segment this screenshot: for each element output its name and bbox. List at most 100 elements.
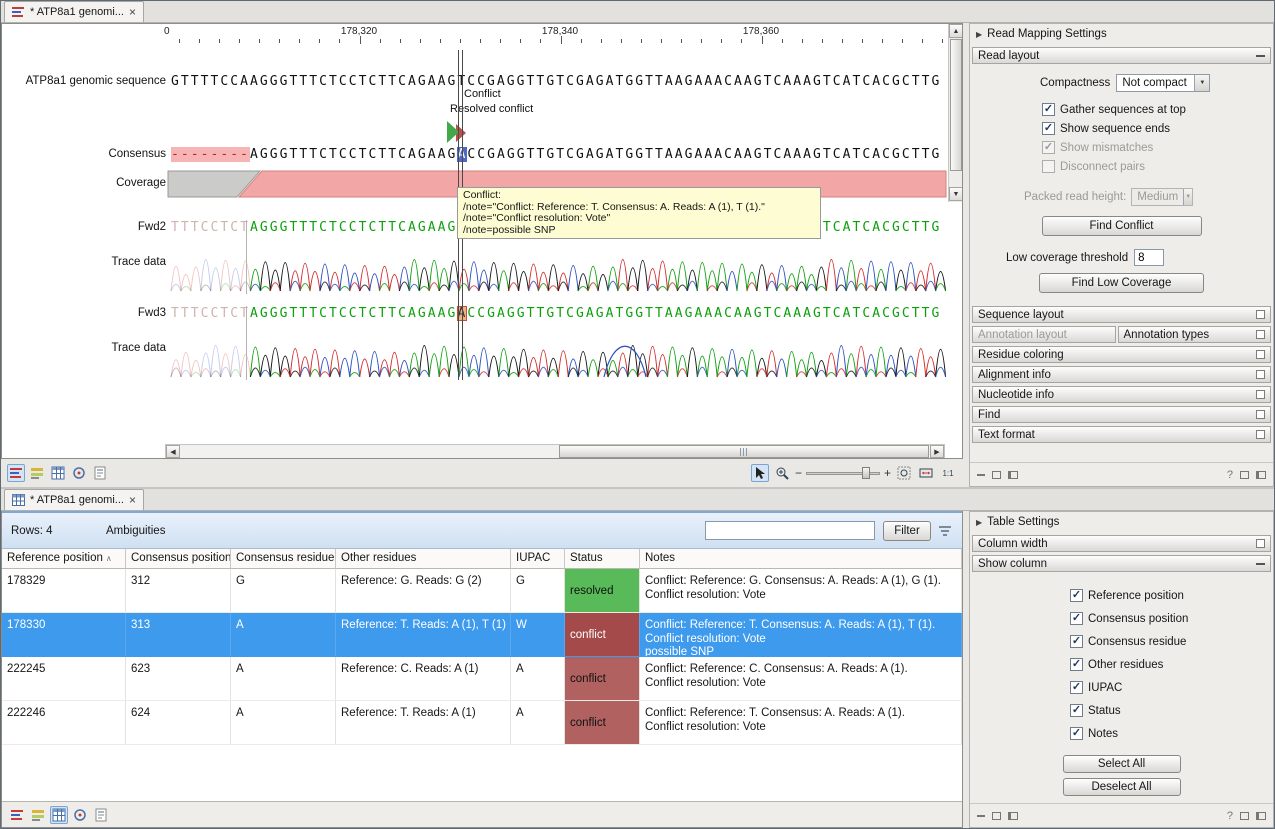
section-text-format[interactable]: Text format <box>972 426 1271 443</box>
graphical-view-button[interactable] <box>7 464 25 482</box>
checkbox-reference-position[interactable]: ✓ Reference position <box>1070 584 1273 607</box>
packed-view-button[interactable] <box>28 464 46 482</box>
table-row[interactable]: 222245 623 A Reference: C. Reads: A (1) … <box>2 657 962 701</box>
horizontal-scrollbar[interactable]: ◀ ▶ <box>165 444 945 459</box>
table-view-button[interactable] <box>49 464 67 482</box>
float-panel-icon[interactable] <box>992 471 1001 479</box>
fit-width-button[interactable] <box>917 464 935 482</box>
table-view-button[interactable] <box>50 806 68 824</box>
zoom-slider[interactable] <box>806 466 880 480</box>
fwd3-seq-pre: AGGGTTTCTCCTCTTCAGAAG <box>250 306 457 321</box>
section-show-column[interactable]: Show column <box>972 555 1271 572</box>
read-mapping-editor[interactable]: 0 178,320 178,340 178,360 ATP8a1 genomic… <box>1 23 963 459</box>
zoom-out-button[interactable]: − <box>795 466 802 480</box>
pointer-tool-button[interactable] <box>751 464 769 482</box>
column-header-status[interactable]: Status <box>565 549 640 569</box>
packed-view-button[interactable] <box>29 806 47 824</box>
save-settings-icon[interactable] <box>1240 471 1249 479</box>
help-icon[interactable]: ? <box>1227 810 1233 822</box>
filter-button[interactable]: Filter <box>883 521 931 541</box>
horizontal-scroll-thumb[interactable] <box>559 445 929 458</box>
table-row[interactable]: 222246 624 A Reference: T. Reads: A (1) … <box>2 701 962 745</box>
apply-settings-icon[interactable] <box>1256 812 1266 820</box>
table-search-input[interactable] <box>705 521 875 540</box>
graphical-view-icon <box>9 466 23 480</box>
expand-icon[interactable] <box>1256 310 1265 319</box>
report-view-button[interactable] <box>92 806 110 824</box>
column-header-consensus-residue[interactable]: Consensus residue <box>231 549 336 569</box>
read-mapping-settings-header[interactable]: ▶ Read Mapping Settings <box>970 24 1273 44</box>
help-icon[interactable]: ? <box>1227 469 1233 481</box>
section-annotation-types[interactable]: Annotation types <box>1118 326 1271 343</box>
packed-view-icon <box>30 466 44 480</box>
section-nucleotide-info[interactable]: Nucleotide info <box>972 386 1271 403</box>
checkbox-status[interactable]: ✓ Status <box>1070 699 1273 722</box>
select-all-button[interactable]: Select All <box>1063 755 1181 773</box>
dock-panel-icon[interactable] <box>1008 471 1018 479</box>
close-icon[interactable]: × <box>129 6 136 18</box>
float-panel-icon[interactable] <box>992 812 1001 820</box>
vertical-scroll-thumb[interactable] <box>950 39 962 171</box>
tab-conflicts-table[interactable]: * ATP8a1 genomi... × <box>4 489 144 510</box>
minimize-panel-icon[interactable] <box>977 474 985 476</box>
checkbox-gather-sequences-at-top[interactable]: ✓ Gather sequences at top <box>1042 100 1273 119</box>
compactness-select[interactable]: Not compact ▼ <box>1116 74 1210 92</box>
expand-icon[interactable] <box>1256 430 1265 439</box>
expand-icon[interactable] <box>1256 330 1265 339</box>
scroll-down-button[interactable]: ▼ <box>949 187 963 201</box>
expand-icon[interactable] <box>1256 539 1265 548</box>
expand-icon[interactable] <box>1256 410 1265 419</box>
expand-icon[interactable] <box>1256 350 1265 359</box>
find-conflict-button[interactable]: Find Conflict <box>1042 216 1202 236</box>
tab-read-mapping[interactable]: * ATP8a1 genomi... × <box>4 1 144 22</box>
table-row-selected[interactable]: 178330 313 A Reference: T. Reads: A (1),… <box>2 613 962 657</box>
zoom-in-tool-button[interactable] <box>773 464 791 482</box>
section-alignment-info[interactable]: Alignment info <box>972 366 1271 383</box>
minimize-panel-icon[interactable] <box>977 815 985 817</box>
checkbox-notes[interactable]: ✓ Notes <box>1070 722 1273 745</box>
checkbox-consensus-residue[interactable]: ✓ Consensus residue <box>1070 630 1273 653</box>
zoom-selection-button[interactable] <box>895 464 913 482</box>
zoom-in-button[interactable]: + <box>884 466 891 480</box>
scroll-up-button[interactable]: ▲ <box>949 24 963 38</box>
overview-button[interactable] <box>71 806 89 824</box>
column-header-consensus-position[interactable]: Consensus position <box>126 549 231 569</box>
column-header-reference-position[interactable]: Reference position∧ <box>2 549 126 569</box>
section-sequence-layout[interactable]: Sequence layout <box>972 306 1271 323</box>
section-column-width[interactable]: Column width <box>972 535 1271 552</box>
expand-icon[interactable] <box>1256 370 1265 379</box>
deselect-all-button[interactable]: Deselect All <box>1063 778 1181 796</box>
column-header-other-residues[interactable]: Other residues <box>336 549 511 569</box>
expand-icon[interactable] <box>1256 390 1265 399</box>
column-header-iupac[interactable]: IUPAC <box>511 549 565 569</box>
graphical-view-button[interactable] <box>8 806 26 824</box>
table-row[interactable]: 178329 312 G Reference: G. Reads: G (2) … <box>2 569 962 613</box>
checkbox-iupac[interactable]: ✓ IUPAC <box>1070 676 1273 699</box>
find-low-coverage-button[interactable]: Find Low Coverage <box>1039 273 1204 293</box>
low-coverage-threshold-input[interactable] <box>1134 249 1164 266</box>
apply-settings-icon[interactable] <box>1256 471 1266 479</box>
one-to-one-zoom-button[interactable]: 1:1 <box>939 464 957 482</box>
checkbox-consensus-position[interactable]: ✓ Consensus position <box>1070 607 1273 630</box>
report-view-button[interactable] <box>91 464 109 482</box>
checkbox-other-residues[interactable]: ✓ Other residues <box>1070 653 1273 676</box>
save-settings-icon[interactable] <box>1240 812 1249 820</box>
section-find[interactable]: Find <box>972 406 1271 423</box>
section-read-layout[interactable]: Read layout <box>972 47 1271 64</box>
checkbox-show-sequence-ends[interactable]: ✓ Show sequence ends <box>1042 119 1273 138</box>
collapse-icon[interactable] <box>1256 55 1265 57</box>
column-header-notes[interactable]: Notes <box>640 549 962 569</box>
collapse-icon[interactable] <box>1256 563 1265 565</box>
scroll-left-button[interactable]: ◀ <box>166 445 180 458</box>
overview-button[interactable] <box>70 464 88 482</box>
scroll-right-button[interactable]: ▶ <box>930 445 944 458</box>
vertical-scrollbar[interactable]: ▲ ▼ <box>948 24 962 202</box>
dock-panel-icon[interactable] <box>1008 812 1018 820</box>
section-residue-coloring[interactable]: Residue coloring <box>972 346 1271 363</box>
filter-options-icon[interactable] <box>937 523 953 539</box>
table-settings-header[interactable]: ▶ Table Settings <box>970 512 1273 532</box>
cell-reference-position: 222246 <box>2 701 126 744</box>
zoom-slider-thumb[interactable] <box>862 467 870 479</box>
panel-arrow-icon: ▶ <box>976 30 982 39</box>
close-icon[interactable]: × <box>129 494 136 506</box>
